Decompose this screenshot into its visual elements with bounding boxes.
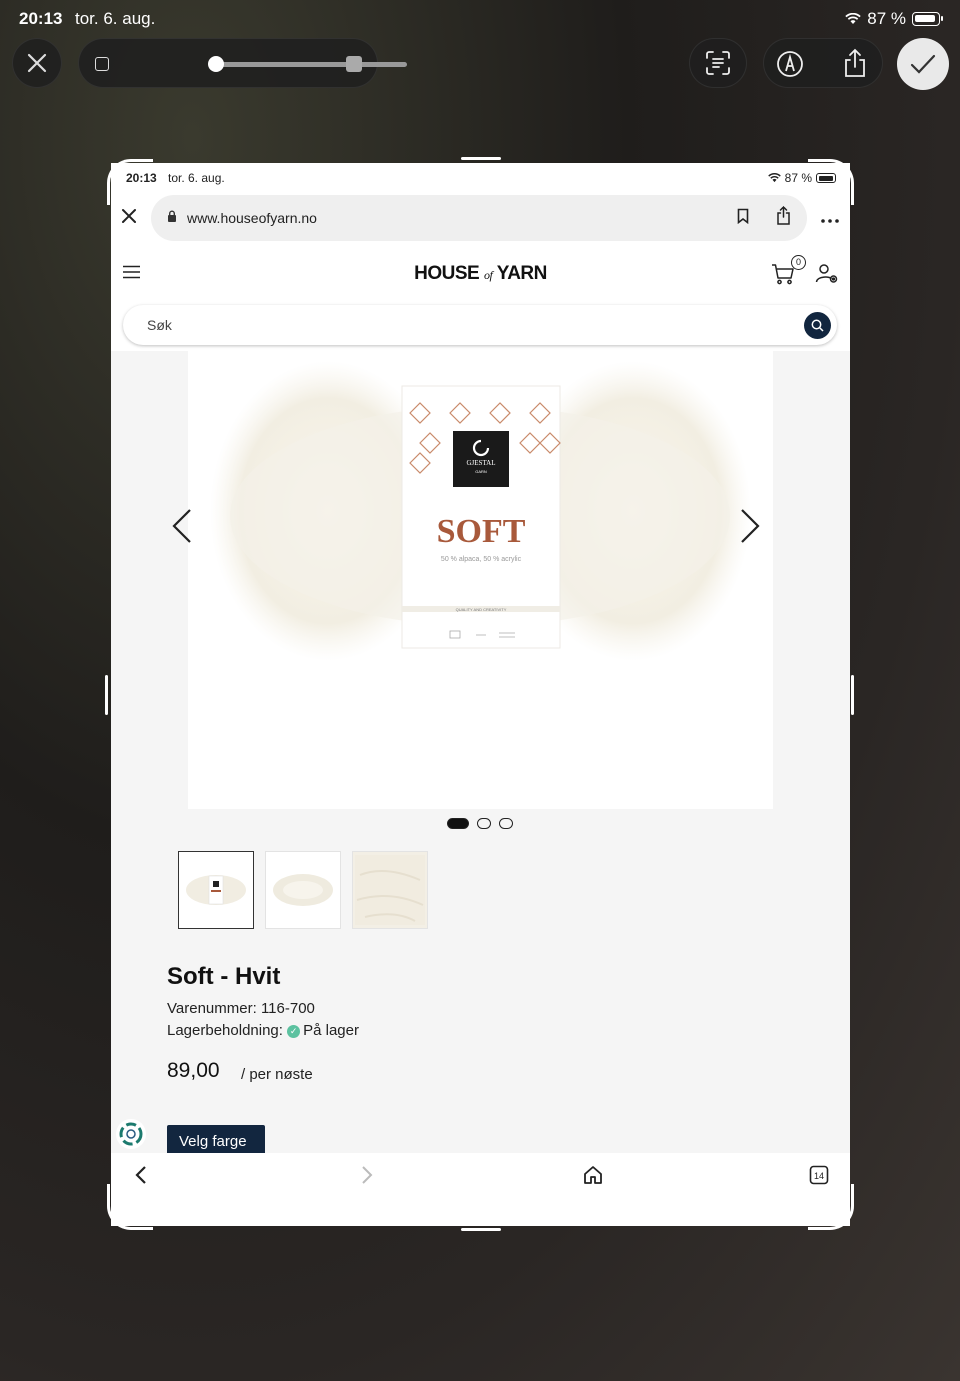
search-icon	[811, 319, 824, 332]
gallery-pagination	[447, 818, 513, 829]
home-button[interactable]	[583, 1165, 603, 1191]
scroll-slider[interactable]	[78, 38, 407, 88]
label-product-name: SOFT	[437, 513, 526, 550]
account-button[interactable]	[815, 263, 839, 290]
status-time: 20:13	[19, 9, 63, 28]
chevron-right-icon	[741, 509, 760, 543]
yarn-skein-image: GJESTAL GARN SOFT 50 % alpaca, 50 % acry…	[210, 361, 751, 661]
chevron-right-icon	[362, 1166, 373, 1184]
share-button[interactable]	[842, 48, 868, 83]
pagination-dot-1[interactable]	[447, 818, 469, 829]
markup-tools-group	[763, 38, 883, 88]
inner-status-bar: 20:13 tor. 6. aug. 87 %	[111, 163, 850, 193]
tabs-icon: 14	[809, 1165, 829, 1185]
search-bar-row: Søk	[111, 305, 850, 351]
search-button[interactable]	[804, 312, 831, 339]
bookmark-button[interactable]	[737, 208, 749, 227]
chevron-left-icon	[172, 509, 191, 543]
wifi-icon	[845, 13, 861, 24]
battery-icon	[912, 12, 943, 26]
product-image-gallery[interactable]: GJESTAL GARN SOFT 50 % alpaca, 50 % acry…	[188, 351, 773, 809]
chevron-left-icon	[135, 1166, 146, 1184]
browser-bottom-toolbar: 14	[111, 1153, 850, 1226]
crop-handle-top[interactable]	[461, 157, 501, 160]
next-image-button[interactable]	[739, 508, 761, 554]
wifi-icon	[767, 173, 781, 183]
markup-pen-icon	[777, 51, 803, 77]
done-button[interactable]	[897, 38, 949, 90]
crop-handle-right[interactable]	[851, 675, 854, 715]
choose-color-button[interactable]: Velg farge	[167, 1125, 265, 1155]
browser-close-button[interactable]	[121, 207, 137, 230]
user-settings-icon	[815, 264, 838, 283]
tabs-button[interactable]: 14	[809, 1165, 829, 1191]
site-header: HOUSE of YARN 0	[111, 249, 850, 305]
ellipsis-icon	[821, 219, 839, 223]
live-text-icon	[706, 51, 730, 75]
captured-screenshot: 20:13 tor. 6. aug. 87 % www.houseofyarn.…	[111, 163, 850, 1226]
stock-status: Lagerbeholdning: ✓ På lager	[167, 1022, 359, 1039]
site-logo[interactable]: HOUSE of YARN	[111, 263, 850, 285]
share-icon	[845, 48, 865, 77]
large-square-icon	[346, 56, 362, 72]
crop-handle-left[interactable]	[105, 675, 108, 715]
cart-button[interactable]	[771, 263, 795, 290]
pagination-dot-3[interactable]	[499, 818, 513, 829]
small-square-icon	[95, 57, 109, 71]
label-sub: GARN	[475, 469, 487, 474]
outer-status-bar: 20:13 tor. 6. aug. 87 %	[0, 0, 960, 38]
back-button[interactable]	[135, 1165, 147, 1191]
yarn-thumbnail-image	[273, 874, 333, 906]
thumbnail-strip	[178, 851, 428, 929]
thumbnail-1[interactable]	[178, 851, 254, 929]
thumbnail-3[interactable]	[352, 851, 428, 929]
label-brand: GJESTAL	[467, 459, 496, 467]
more-options-button[interactable]	[821, 207, 839, 228]
yarn-closeup-image	[355, 855, 425, 925]
thumbnail-2[interactable]	[265, 851, 341, 929]
status-date: tor. 6. aug.	[75, 9, 156, 28]
home-icon	[584, 1166, 602, 1184]
label-quality: QUALITY AND CREATIVITY	[456, 607, 507, 612]
bookmark-icon	[737, 208, 749, 225]
search-placeholder: Søk	[147, 317, 172, 333]
crop-handle-bottom[interactable]	[461, 1228, 501, 1231]
product-title: Soft - Hvit	[167, 963, 281, 990]
battery-percent: 87 %	[867, 9, 906, 28]
text-recognition-button[interactable]	[689, 38, 747, 88]
close-icon	[27, 53, 47, 73]
chat-widget-button[interactable]	[116, 1119, 146, 1149]
markup-toolbar	[0, 38, 960, 90]
checkmark-icon	[910, 54, 936, 74]
page-share-button[interactable]	[776, 205, 791, 228]
tabs-count: 14	[814, 1171, 824, 1181]
in-stock-check-icon: ✓	[287, 1024, 301, 1038]
url-field[interactable]: www.houseofyarn.no	[151, 195, 807, 241]
previous-image-button[interactable]	[171, 508, 193, 554]
label-fiber: 50 % alpaca, 50 % acrylic	[441, 556, 522, 563]
share-icon	[777, 205, 790, 225]
product-price: 89,00	[167, 1059, 220, 1082]
forward-button[interactable]	[361, 1165, 373, 1191]
close-button[interactable]	[12, 38, 62, 88]
slider-track[interactable]	[213, 62, 407, 67]
browser-address-bar: www.houseofyarn.no	[111, 193, 850, 249]
close-icon	[122, 209, 136, 223]
inner-battery-percent: 87 %	[784, 171, 812, 185]
inner-status-date: tor. 6. aug.	[168, 171, 225, 185]
cart-count-badge: 0	[791, 255, 806, 270]
inner-status-time: 20:13	[126, 171, 157, 185]
pagination-dot-2[interactable]	[477, 818, 491, 829]
battery-icon	[816, 173, 836, 183]
slider-knob[interactable]	[208, 56, 224, 72]
recycle-badge-icon	[119, 1122, 143, 1146]
url-text: www.houseofyarn.no	[187, 210, 317, 226]
lock-icon	[167, 210, 177, 226]
yarn-thumbnail-image	[186, 875, 246, 905]
markup-button[interactable]	[776, 50, 804, 83]
search-input[interactable]: Søk	[123, 305, 837, 345]
price-unit: / per nøste	[241, 1066, 313, 1083]
product-sku: Varenummer: 116-700	[167, 1000, 315, 1017]
